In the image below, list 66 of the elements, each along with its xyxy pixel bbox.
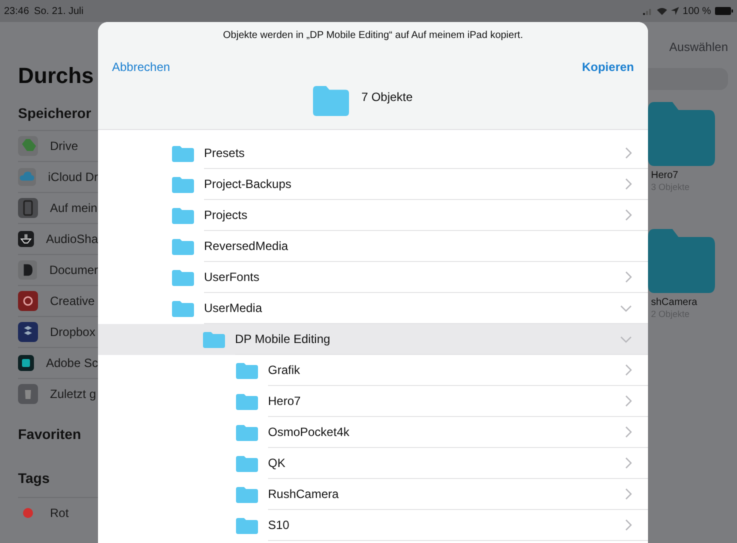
sidebar-item[interactable]: Creative — [18, 285, 98, 316]
folder-name: UserMedia — [204, 300, 264, 317]
rings-icon — [18, 291, 38, 311]
cancel-button[interactable]: Abbrechen — [112, 58, 170, 76]
folder-name: Presets — [204, 145, 246, 162]
folder-icon — [236, 394, 258, 410]
folder-name: Project-Backups — [204, 176, 292, 193]
section-heading: Tags — [18, 469, 51, 487]
folder-icon — [236, 518, 258, 534]
folder-icon — [172, 238, 194, 254]
folder-name: S10 — [268, 517, 290, 534]
sidebar-item[interactable]: Dropbox — [18, 316, 98, 347]
folder-icon — [236, 362, 258, 378]
sidebar-item[interactable]: Documer — [18, 254, 98, 285]
sidebar-title: Durchs — [18, 62, 95, 90]
folder-icon — [313, 86, 350, 116]
folder-name: ReversedMedia — [204, 238, 290, 255]
cloud-icon — [18, 167, 36, 187]
letter-icon — [18, 260, 38, 280]
sidebar-item[interactable]: Auf mein — [18, 192, 98, 223]
section-heading: Speicheror — [18, 104, 92, 122]
folder-icon — [203, 332, 225, 348]
app-icon — [18, 229, 34, 249]
item-count: 7 Objekte — [361, 89, 413, 106]
tablet-icon — [18, 198, 38, 218]
wifi-icon — [656, 7, 667, 15]
sidebar-item[interactable]: AudioSha — [18, 223, 98, 254]
signal-icon — [642, 7, 653, 15]
folder-icon — [172, 176, 194, 192]
battery-icon — [715, 7, 733, 15]
folder-name: OsmoPocket4k — [268, 424, 350, 441]
sidebar-item[interactable]: Adobe Sc — [18, 347, 98, 378]
box-icon — [18, 322, 38, 342]
sidebar-item[interactable]: iCloud Dr — [18, 161, 98, 192]
folder-icon — [236, 456, 258, 472]
folder-icon — [648, 102, 715, 166]
status-date: So. 21. Juli — [34, 4, 84, 18]
folder-icon — [236, 424, 258, 440]
folder-icon — [172, 270, 194, 286]
folder-name: Hero7 — [268, 393, 302, 410]
folder-name: QK — [268, 455, 286, 472]
folder-name: UserFonts — [204, 269, 260, 286]
folder-name: DP Mobile Editing — [235, 331, 332, 348]
trash-icon — [18, 384, 38, 404]
folder-icon — [172, 208, 194, 224]
dialog-message: Objekte werden in „DP Mobile Editing“ auf Auf meinem iPad kopiert. — [222, 29, 524, 43]
status-time: 23:46 — [4, 4, 30, 18]
folder-icon — [172, 300, 194, 316]
folder-name: Projects — [204, 207, 248, 224]
copy-button[interactable]: Kopieren — [582, 58, 634, 76]
folder-name: Hero7 — [650, 170, 680, 182]
folder-icon — [648, 229, 715, 293]
folder-name: RushCamera — [268, 486, 340, 503]
folder-name: Grafik — [268, 362, 302, 379]
sidebar-item[interactable]: Drive — [18, 130, 98, 161]
search-field[interactable] — [648, 68, 728, 90]
drive-icon — [18, 136, 38, 156]
location-icon — [670, 7, 679, 15]
folder-row[interactable]: DP Mobile Editing — [98, 324, 648, 355]
folder-icon — [172, 146, 194, 162]
battery-percentage: 100 % — [682, 4, 711, 18]
folder-icon — [236, 486, 258, 502]
section-heading: Favoriten — [18, 425, 82, 443]
camera-icon — [18, 353, 34, 373]
sidebar-item[interactable]: Zuletzt g — [18, 378, 98, 409]
folder-name: shCamera — [650, 297, 698, 309]
